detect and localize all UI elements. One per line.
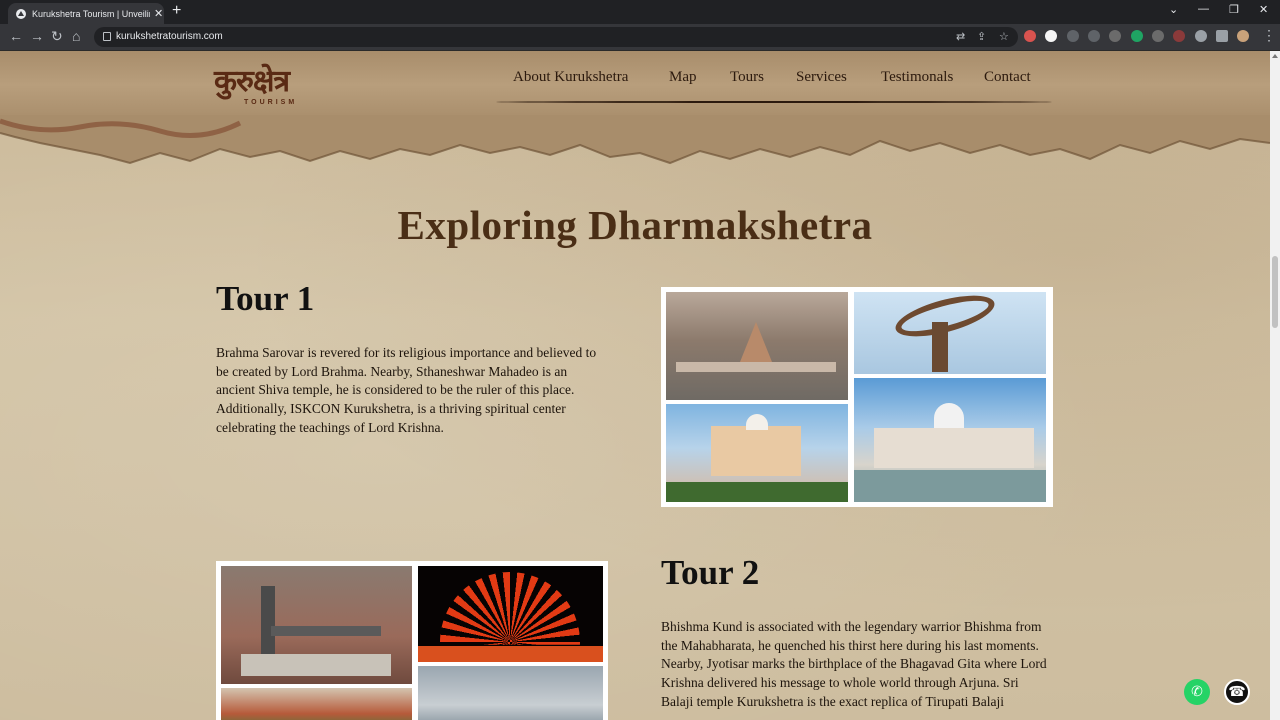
extension-icon-8[interactable] <box>1173 30 1185 42</box>
tour-1-photo-iskcon-temple <box>666 404 848 502</box>
scroll-up-arrow-icon[interactable] <box>1272 54 1278 58</box>
tour-2-photo-bhishma-kund <box>221 566 412 684</box>
tour-1-photo-brahma-sarovar <box>666 292 848 400</box>
site-logo[interactable]: कुरुक्षेत्र TOURISM <box>214 59 318 111</box>
tour-1-heading: Tour 1 <box>216 279 315 318</box>
whatsapp-button[interactable]: ✆ <box>1184 679 1210 705</box>
site-favicon-icon <box>16 8 26 19</box>
tour-2-photo-collage <box>216 561 608 720</box>
minimize-button[interactable]: — <box>1198 3 1209 15</box>
tab-close-icon[interactable]: ✕ <box>154 7 163 20</box>
logo-wordmark: कुरुक्षेत्र <box>214 64 290 99</box>
page-title: Exploring Dharmakshetra <box>397 202 873 248</box>
url-text: kurukshetratourism.com <box>116 31 223 42</box>
logo-subtext: TOURISM <box>244 99 298 106</box>
profile-avatar[interactable] <box>1237 30 1249 42</box>
extension-icon-7[interactable] <box>1152 30 1164 42</box>
tour-2-photo-balaji-temple <box>418 666 603 720</box>
browser-tab[interactable]: Kurukshetra Tourism | Unveiling t ✕ <box>8 3 164 24</box>
maximize-button[interactable]: ❐ <box>1229 3 1239 16</box>
browser-toolbar: ← → ↻ ⌂ kurukshetratourism.com ⇄ ⇪ ☆ ⋮ <box>0 24 1280 51</box>
site-header <box>0 51 1270 119</box>
bookmark-star-icon[interactable]: ☆ <box>999 30 1009 43</box>
address-bar[interactable]: kurukshetratourism.com ⇄ ⇪ ☆ <box>94 27 1018 47</box>
extension-icon-3[interactable] <box>1067 30 1079 42</box>
home-icon[interactable]: ⌂ <box>72 28 80 44</box>
translate-icon[interactable]: ⇄ <box>956 30 965 43</box>
share-icon[interactable]: ⇪ <box>977 30 986 43</box>
whatsapp-icon: ✆ <box>1191 684 1203 700</box>
extension-icon-6[interactable] <box>1131 30 1143 42</box>
close-window-button[interactable]: ✕ <box>1259 3 1268 16</box>
tab-title: Kurukshetra Tourism | Unveiling t <box>32 8 150 19</box>
tour-2-heading: Tour 2 <box>661 553 760 592</box>
nav-map[interactable]: Map <box>669 69 697 86</box>
extension-icon-2[interactable] <box>1045 30 1057 42</box>
extensions-puzzle-icon[interactable] <box>1195 30 1207 42</box>
new-tab-button[interactable]: + <box>172 2 181 20</box>
torn-paper-edge <box>0 115 1270 165</box>
nav-tours[interactable]: Tours <box>730 69 764 86</box>
tab-search-icon[interactable]: ⌄ <box>1169 3 1178 16</box>
tour-1-photo-sthaneshwar-temple <box>854 378 1046 502</box>
back-icon[interactable]: ← <box>9 28 23 44</box>
nav-testimonals[interactable]: Testimonals <box>881 69 953 86</box>
tour-1-description: Brahma Sarovar is revered for its religi… <box>216 345 597 435</box>
tour-2-description: Bhishma Kund is associated with the lege… <box>661 619 1047 709</box>
tour-2-photo-jyotisar <box>221 688 412 720</box>
tour-2-photo-light-show <box>418 566 603 662</box>
scrollbar-thumb[interactable] <box>1272 256 1278 328</box>
menu-kebab-icon[interactable]: ⋮ <box>1262 27 1276 44</box>
side-panel-icon[interactable] <box>1216 30 1228 42</box>
tour-1-photo-collage <box>661 287 1053 507</box>
reload-icon[interactable]: ↻ <box>51 28 63 45</box>
forward-icon[interactable]: → <box>30 28 44 44</box>
extension-icon-1[interactable] <box>1024 30 1036 42</box>
nav-underline <box>496 101 1052 103</box>
extension-icon-4[interactable] <box>1088 30 1100 42</box>
nav-about-kurukshetra[interactable]: About Kurukshetra <box>513 69 628 86</box>
call-button[interactable]: ☎ <box>1224 679 1250 705</box>
page-scrollbar[interactable] <box>1270 51 1280 720</box>
extension-icon-5[interactable] <box>1109 30 1121 42</box>
lock-icon <box>103 32 111 41</box>
nav-services[interactable]: Services <box>796 69 847 86</box>
browser-tab-bar: Kurukshetra Tourism | Unveiling t ✕ + ⌄ … <box>0 0 1280 24</box>
webpage: कुरुक्षेत्र TOURISM About Kurukshetra Ma… <box>0 51 1270 720</box>
nav-contact[interactable]: Contact <box>984 69 1031 86</box>
phone-call-icon: ☎ <box>1228 684 1246 700</box>
tour-1-photo-chakra-statue <box>854 292 1046 374</box>
